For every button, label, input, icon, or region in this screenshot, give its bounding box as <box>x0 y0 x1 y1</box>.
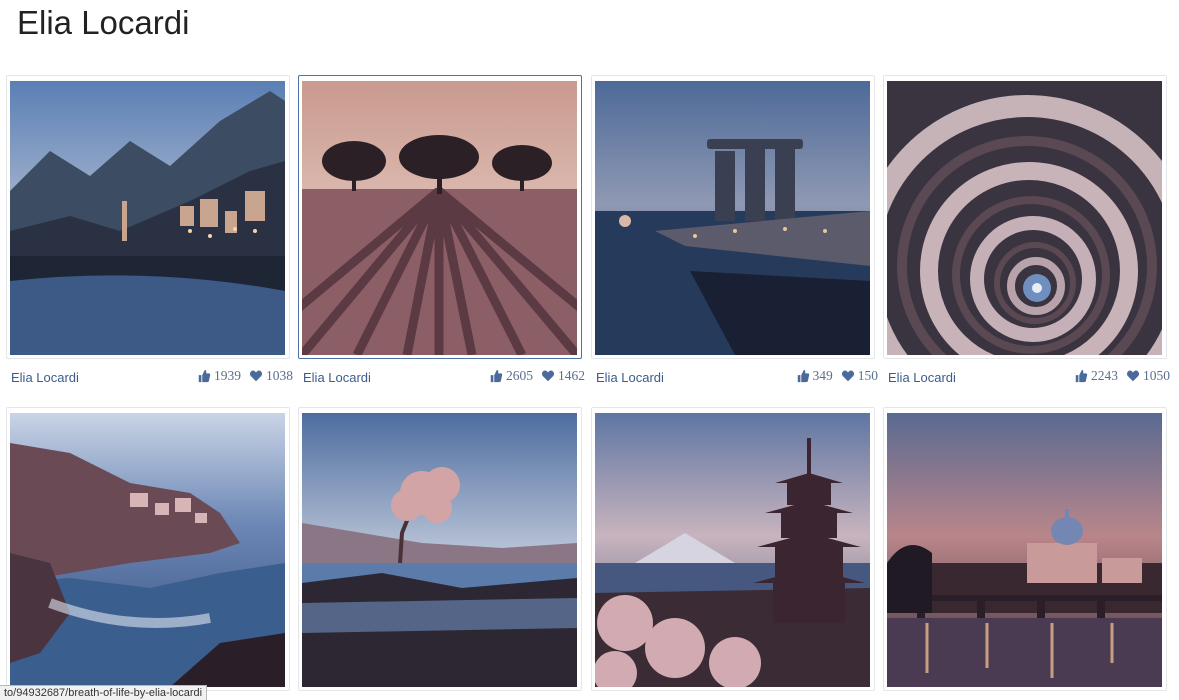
photo-card[interactable]: Elia Locardi 1939 1038 <box>6 75 293 385</box>
author-link[interactable]: Elia Locardi <box>303 370 371 385</box>
photo-dome-bridge-night <box>887 413 1162 687</box>
photo-singapore-skyline <box>595 81 870 355</box>
photo-spiral-staircase <box>887 81 1162 355</box>
thumbs-up-icon <box>490 369 503 383</box>
photo-thumbnail[interactable] <box>302 81 577 355</box>
photo-card[interactable] <box>591 407 875 691</box>
author-link[interactable]: Elia Locardi <box>11 370 79 385</box>
photo-thumbnail[interactable] <box>887 413 1162 687</box>
photo-thumbnail[interactable] <box>302 413 577 687</box>
photo-stats: 2243 1050 <box>1074 368 1170 384</box>
photo-stats: 349 150 <box>796 368 878 384</box>
thumbs-up-icon <box>198 369 211 383</box>
photo-meta: Elia Locardi 2605 1462 <box>303 368 585 392</box>
photo-thumbnail[interactable] <box>595 81 870 355</box>
heart-icon <box>841 370 854 382</box>
favorites-count: 1050 <box>1143 368 1170 383</box>
photo-pagoda-mountain <box>595 413 870 687</box>
status-bar-url: to/94932687/breath-of-life-by-elia-locar… <box>0 685 208 700</box>
photo-lavender-field-trees <box>302 81 577 355</box>
page-title: Elia Locardi <box>17 4 190 41</box>
photo-meta: Elia Locardi 2243 1050 <box>888 368 1170 392</box>
favorites-count: 1462 <box>558 368 585 383</box>
photo-stats: 2605 1462 <box>489 368 585 384</box>
thumbs-up-icon <box>1075 369 1088 383</box>
author-link[interactable]: Elia Locardi <box>596 370 664 385</box>
likes-count: 2243 <box>1091 368 1118 383</box>
photo-card[interactable]: Elia Locardi 2243 1050 <box>883 75 1170 385</box>
favorites-count: 150 <box>857 368 878 383</box>
photo-thumbnail[interactable] <box>10 81 285 355</box>
photo-meta: Elia Locardi 349 150 <box>596 368 878 392</box>
photo-alpine-lake-village <box>10 81 285 355</box>
photo-thumbnail[interactable] <box>10 413 285 687</box>
heart-icon <box>249 370 263 382</box>
status-url-text: to/94932687/breath-of-life-by-elia-locar… <box>4 687 203 699</box>
photo-thumbnail[interactable] <box>887 81 1162 355</box>
likes-count: 2605 <box>506 368 533 383</box>
likes-count: 1939 <box>214 368 241 383</box>
photo-card[interactable]: Elia Locardi 349 150 <box>591 75 878 385</box>
photo-thumbnail[interactable] <box>595 413 870 687</box>
author-link[interactable]: Elia Locardi <box>888 370 956 385</box>
photo-meta: Elia Locardi 1939 1038 <box>11 368 293 392</box>
heart-icon <box>1126 370 1140 382</box>
favorites-count: 1038 <box>266 368 293 383</box>
likes-count: 349 <box>812 368 833 383</box>
photo-card[interactable] <box>6 407 290 691</box>
thumbs-up-icon <box>797 369 809 383</box>
photo-card[interactable] <box>298 407 582 691</box>
photo-card[interactable] <box>883 407 1167 691</box>
photo-coastal-cliff-village <box>10 413 285 687</box>
heart-icon <box>541 370 555 382</box>
photo-stats: 1939 1038 <box>197 368 293 384</box>
photo-lone-tree-reflection <box>302 413 577 687</box>
photo-card[interactable]: Elia Locardi 2605 1462 <box>298 75 585 385</box>
